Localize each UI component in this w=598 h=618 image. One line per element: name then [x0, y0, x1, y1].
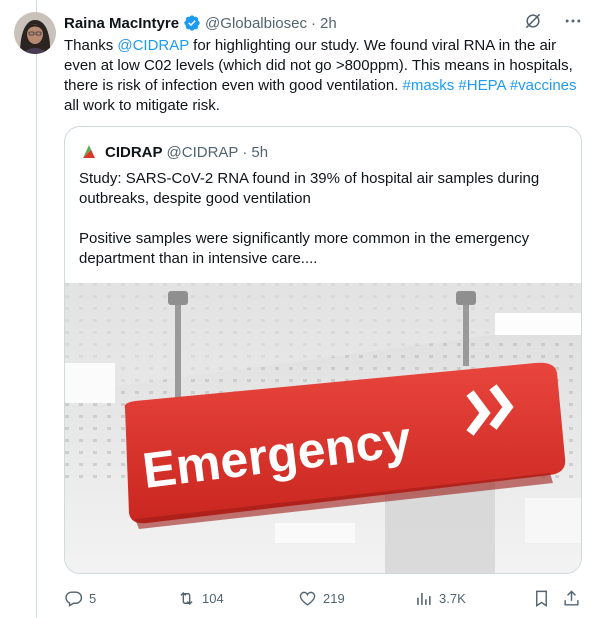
separator-dot: · — [242, 143, 248, 161]
like-button[interactable]: 219 — [298, 589, 345, 608]
quoted-tweet-text: Study: SARS-CoV-2 RNA found in 39% of ho… — [79, 169, 569, 289]
grok-icon[interactable] — [522, 10, 544, 32]
tweet-time[interactable]: 2h — [320, 15, 337, 32]
share-icon — [564, 589, 579, 606]
heart-icon — [299, 591, 316, 606]
reply-count: 5 — [89, 590, 97, 606]
quoted-tweet-header: CIDRAP @CIDRAP · 5h — [79, 141, 268, 163]
thread-line — [36, 0, 37, 618]
quoted-paragraph-1: Study: SARS-CoV-2 RNA found in 39% of ho… — [79, 170, 540, 207]
bookmark-icon — [536, 590, 547, 607]
header-actions — [522, 10, 584, 32]
quoted-author-name: CIDRAP — [105, 143, 163, 161]
hashtag-link-masks[interactable]: #masks — [403, 77, 455, 94]
views-button[interactable]: 3.7K — [414, 589, 466, 608]
verified-badge-icon — [183, 14, 201, 32]
retweet-count: 104 — [202, 590, 224, 606]
quoted-tweet-time: 5h — [251, 143, 269, 161]
hashtag-link-vaccines[interactable]: #vaccines — [510, 77, 577, 94]
more-options-icon[interactable] — [562, 10, 584, 32]
mention-link[interactable]: @CIDRAP — [117, 37, 189, 54]
reply-button[interactable]: 5 — [64, 589, 96, 608]
quoted-media-image[interactable]: Emergency — [65, 283, 581, 573]
author-name[interactable]: Raina MacIntyre — [64, 15, 179, 32]
reply-icon — [65, 590, 83, 607]
bookmark-button[interactable] — [532, 589, 551, 608]
like-count: 219 — [323, 590, 345, 606]
separator-dot: · — [311, 14, 316, 32]
view-count: 3.7K — [439, 590, 466, 606]
quoted-paragraph-2: Positive samples were significantly more… — [79, 230, 530, 267]
tweet-text: Thanks @CIDRAP for highlighting our stud… — [64, 36, 584, 116]
hashtag-link-hepa[interactable]: #HEPA — [458, 77, 505, 94]
author-handle[interactable]: @Globalbiosec — [205, 15, 307, 32]
quoted-tweet-card[interactable]: CIDRAP @CIDRAP · 5h Study: SARS-CoV-2 RN… — [64, 126, 582, 574]
tweet-header: Raina MacIntyre @Globalbiosec · 2h — [64, 12, 598, 34]
retweet-icon — [180, 591, 193, 605]
quoted-author-handle: @CIDRAP — [166, 143, 239, 161]
cidrap-logo-icon — [79, 142, 99, 162]
avatar[interactable] — [14, 12, 56, 54]
retweet-button[interactable]: 104 — [177, 589, 224, 608]
tweet-actions: 5 104 219 3.7K — [64, 587, 584, 609]
tweet-text-part: Thanks — [64, 37, 118, 54]
analytics-icon — [417, 592, 431, 605]
share-button[interactable] — [562, 589, 581, 608]
tweet-text-part: all work to mitigate risk. — [64, 97, 220, 114]
